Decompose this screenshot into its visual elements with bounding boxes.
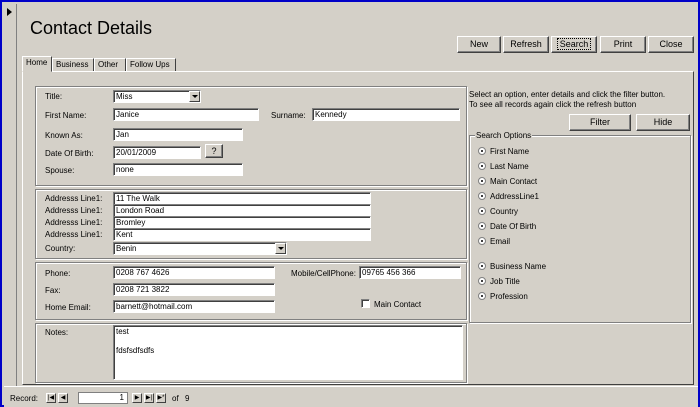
spouse-field[interactable]: none	[113, 163, 243, 176]
mobile-field[interactable]: 09765 456 366	[359, 266, 461, 279]
home-email-field[interactable]: barnett@hotmail.com	[113, 300, 275, 313]
record-of-label: of	[172, 394, 179, 403]
main-contact-checkbox[interactable]	[361, 299, 370, 308]
close-button[interactable]: Close	[648, 36, 694, 53]
address-line-label: Addresss Line1:	[45, 230, 103, 239]
option-first-name-radio[interactable]	[478, 147, 486, 155]
chevron-down-icon[interactable]	[275, 243, 286, 254]
option-dob-label: Date Of Birth	[490, 222, 537, 231]
country-select[interactable]: Benin	[113, 242, 287, 255]
main-contact-label: Main Contact	[374, 300, 422, 309]
option-email-label: Email	[490, 237, 511, 246]
option-first-name-label: First Name	[490, 147, 530, 156]
option-profession-label: Profession	[490, 292, 528, 301]
filter-button[interactable]: Filter	[569, 114, 631, 131]
option-dob-radio[interactable]	[478, 222, 486, 230]
known-as-label: Known As:	[45, 131, 83, 140]
option-main-contact-radio[interactable]	[478, 177, 486, 185]
surname-label: Surname:	[271, 111, 306, 120]
new-record-button[interactable]: ▶*	[156, 393, 166, 403]
known-as-field[interactable]: Jan	[113, 128, 243, 141]
fax-label: Fax:	[45, 286, 61, 295]
address-line-4-field[interactable]: Kent	[113, 228, 371, 241]
first-name-label: First Name:	[45, 111, 87, 120]
address-line-label: Addresss Line1:	[45, 194, 103, 203]
last-record-button[interactable]: ▶|	[144, 393, 154, 403]
filter-instructions-2: To see all records again click the refre…	[469, 100, 637, 109]
address-line-label: Addresss Line1:	[45, 218, 103, 227]
option-addressline1-radio[interactable]	[478, 192, 486, 200]
form-title: Contact Details	[30, 18, 153, 38]
option-main-contact-label: Main Contact	[490, 177, 538, 186]
fax-field[interactable]: 0208 721 3822	[113, 283, 275, 296]
option-addressline1-label: AddressLine1	[490, 192, 539, 201]
phone-field[interactable]: 0208 767 4626	[113, 266, 275, 279]
record-navigation-bar: Record: |◀ ◀ 1 ▶ ▶| ▶* of 9	[4, 386, 698, 407]
previous-record-button[interactable]: ◀	[58, 393, 68, 403]
notes-textarea[interactable]: test fdsfsdfsdfs	[113, 325, 463, 380]
notes-line-2: fdsfsdfsdfs	[116, 346, 155, 355]
title-select[interactable]: Miss	[113, 90, 201, 103]
print-button[interactable]: Print	[600, 36, 646, 53]
record-label: Record:	[10, 394, 39, 403]
date-picker-button[interactable]: ?	[205, 144, 223, 158]
option-last-name-radio[interactable]	[478, 162, 486, 170]
form-window: Contact Details New Refresh Search Print…	[0, 0, 700, 407]
current-record-arrow-icon	[7, 8, 12, 16]
mobile-label: Mobile/CellPhone:	[291, 269, 356, 278]
address-line-label: Addresss Line1:	[45, 206, 103, 215]
option-email-radio[interactable]	[478, 237, 486, 245]
contact-form: Contact Details New Refresh Search Print…	[18, 4, 698, 386]
first-record-button[interactable]: |◀	[46, 393, 56, 403]
dob-label: Date Of Birth:	[45, 149, 94, 158]
title-label: Title:	[45, 92, 63, 101]
notes-label: Notes:	[45, 328, 69, 337]
record-selector[interactable]	[4, 4, 17, 386]
refresh-button[interactable]: Refresh	[503, 36, 549, 53]
country-label: Country:	[45, 244, 76, 253]
record-number-input[interactable]: 1	[78, 392, 128, 404]
option-business-name-radio[interactable]	[478, 262, 486, 270]
record-total: 9	[185, 394, 190, 403]
chevron-down-icon[interactable]	[189, 91, 200, 102]
option-profession-radio[interactable]	[478, 292, 486, 300]
new-button[interactable]: New	[457, 36, 501, 53]
next-record-button[interactable]: ▶	[132, 393, 142, 403]
home-email-label: Home Email:	[45, 303, 91, 312]
filter-instructions-1: Select an option, enter details and clic…	[469, 90, 666, 99]
home-tab-page: Title: Miss First Name: Janice Surname: …	[22, 71, 694, 385]
notes-line-1: test	[116, 327, 129, 336]
surname-field[interactable]: Kennedy	[312, 108, 460, 121]
tab-business[interactable]: Business	[52, 58, 94, 72]
phone-label: Phone:	[45, 269, 71, 278]
dob-field[interactable]: 20/01/2009	[113, 146, 201, 159]
first-name-field[interactable]: Janice	[113, 108, 259, 121]
option-country-label: Country	[490, 207, 519, 216]
tab-follow-ups[interactable]: Follow Ups	[126, 58, 176, 72]
option-last-name-label: Last Name	[490, 162, 529, 171]
personal-details-group	[35, 86, 467, 186]
search-options-label: Search Options	[475, 131, 533, 140]
tab-other[interactable]: Other	[94, 58, 126, 72]
option-job-title-radio[interactable]	[478, 277, 486, 285]
option-business-name-label: Business Name	[490, 262, 547, 271]
tab-home[interactable]: Home	[22, 56, 52, 72]
search-button[interactable]: Search	[551, 36, 597, 53]
spouse-label: Spouse:	[45, 166, 75, 175]
option-job-title-label: Job Title	[490, 277, 520, 286]
hide-button[interactable]: Hide	[636, 114, 690, 131]
option-country-radio[interactable]	[478, 207, 486, 215]
